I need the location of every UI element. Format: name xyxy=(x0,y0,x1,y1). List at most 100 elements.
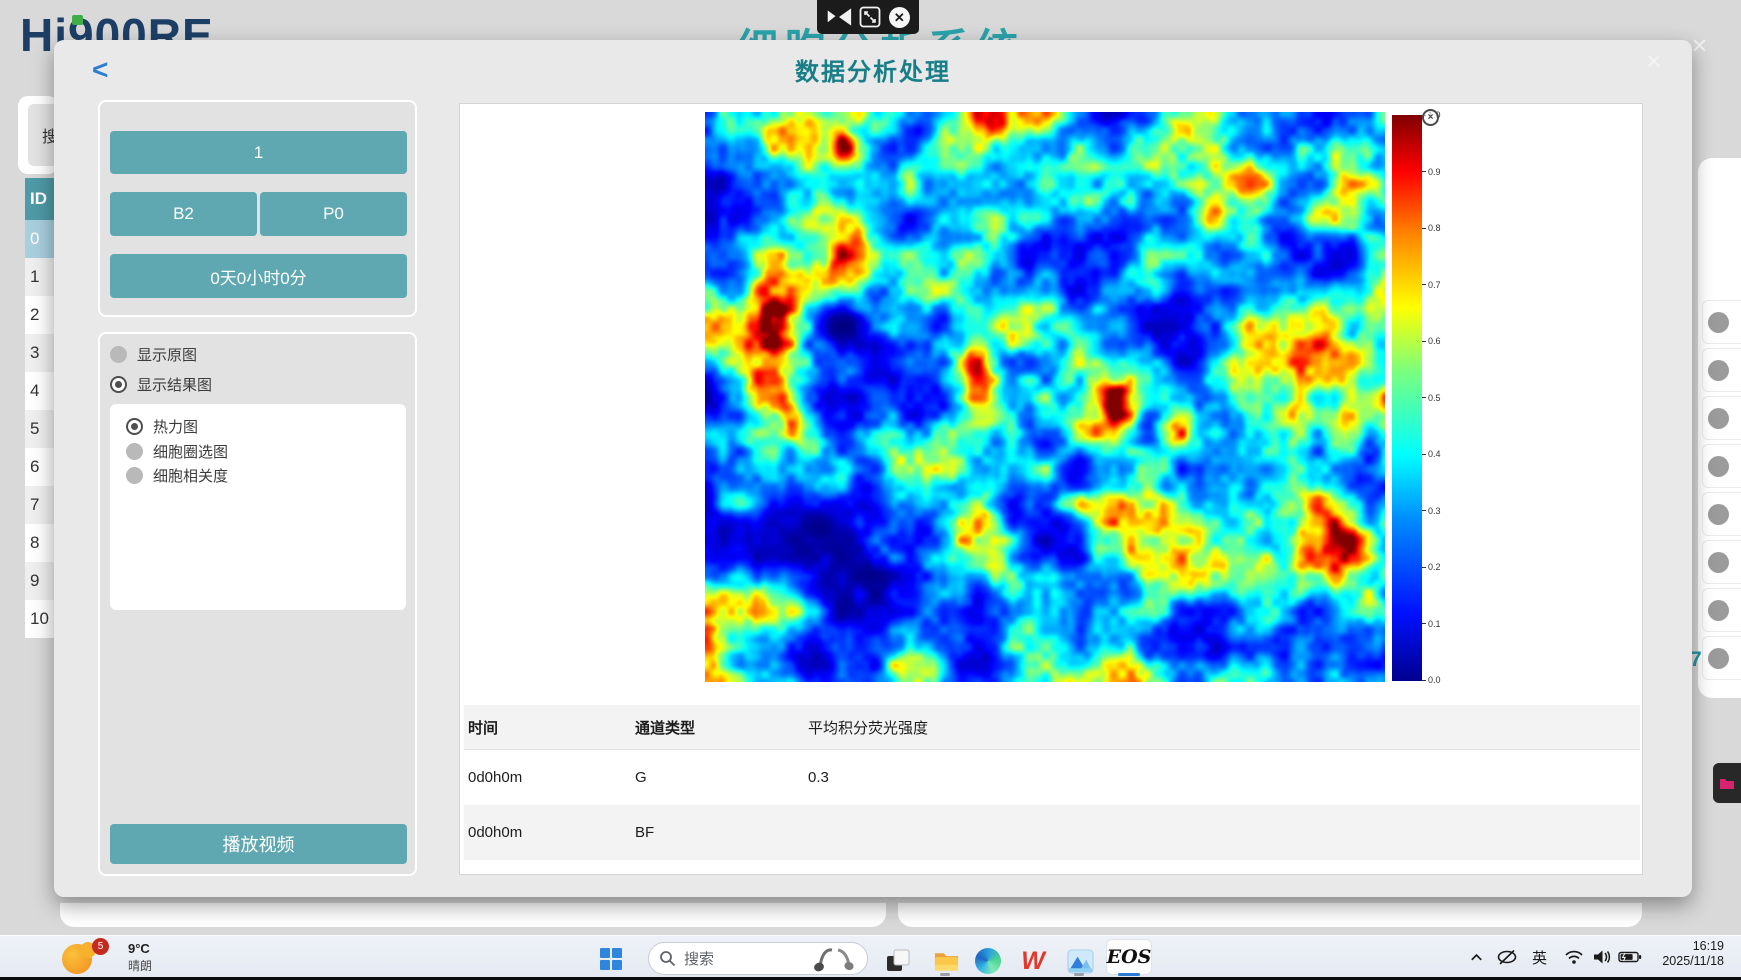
cast-icon[interactable] xyxy=(826,4,852,30)
pink-folder-icon xyxy=(1719,777,1735,790)
radio-show-result[interactable]: 显示结果图 xyxy=(110,374,212,395)
background-circle-button xyxy=(1708,504,1729,525)
viewer-close-icon[interactable]: × xyxy=(1422,109,1439,126)
battery-icon[interactable] xyxy=(1618,936,1642,978)
radio-icon[interactable] xyxy=(110,376,127,393)
row-button[interactable]: B2 xyxy=(110,192,257,236)
colorbar xyxy=(1392,115,1422,681)
active-app-indicator xyxy=(1118,973,1140,976)
radio-label: 显示结果图 xyxy=(137,374,212,395)
file-explorer-icon[interactable] xyxy=(932,947,960,975)
logo-green-dot-icon xyxy=(72,15,83,25)
background-window-close-icon[interactable]: × xyxy=(1692,30,1707,61)
dialog-close-icon[interactable]: × xyxy=(1646,46,1662,77)
radio-label: 细胞圈选图 xyxy=(153,441,228,462)
dialog-title: 数据分析处理 xyxy=(54,52,1692,87)
colorbar-tick: 0.7 xyxy=(1422,280,1441,290)
background-list-cell xyxy=(1702,492,1741,536)
background-circle-button xyxy=(1708,600,1729,621)
wifi-icon[interactable] xyxy=(1564,936,1584,978)
fullscreen-icon[interactable] xyxy=(858,5,882,29)
radio-label: 显示原图 xyxy=(137,344,197,365)
radio-label: 细胞相关度 xyxy=(153,465,228,486)
background-list-cell xyxy=(1702,588,1741,632)
background-list-cell xyxy=(1702,540,1741,584)
eye-off-icon[interactable] xyxy=(1496,936,1518,978)
radio-show-original[interactable]: 显示原图 xyxy=(110,344,197,365)
search-box[interactable]: 搜索 xyxy=(648,942,868,975)
data-analysis-dialog: < 数据分析处理 × 1 B2 P0 0天0小时0分 显示原图 显示结果图 热力… xyxy=(54,40,1692,897)
result-table: 时间 通道类型 平均积分荧光强度 0d0h0m G 0.3 0d0h0m BF xyxy=(464,705,1640,860)
background-panel-bottom-right xyxy=(898,903,1642,927)
eos-app-icon[interactable]: EOS xyxy=(1106,939,1152,975)
colorbar-ticks: 1.00.90.80.70.60.50.40.30.20.10.0 xyxy=(1422,115,1462,681)
weather-condition: 晴朗 xyxy=(128,957,152,974)
play-video-button[interactable]: 播放视频 xyxy=(110,824,407,864)
tray-time: 16:19 xyxy=(1650,939,1724,954)
header-intensity: 平均积分荧光强度 xyxy=(804,717,1640,738)
search-icon xyxy=(659,950,676,967)
colorbar-tick: 0.9 xyxy=(1422,167,1441,177)
background-circle-button xyxy=(1708,360,1729,381)
colorbar-tick: 0.3 xyxy=(1422,506,1441,516)
viewer-panel: 1.00.90.80.70.60.50.40.30.20.10.0 × 时间 通… xyxy=(459,103,1643,875)
taskbar: 5 9°C 晴朗 搜索 xyxy=(0,935,1741,980)
position-button[interactable]: P0 xyxy=(260,192,407,236)
photos-app-icon[interactable] xyxy=(1066,947,1094,975)
background-circle-button xyxy=(1708,312,1729,333)
background-circle-button xyxy=(1708,552,1729,573)
colorbar-tick: 0.5 xyxy=(1422,393,1441,403)
radio-heatmap[interactable]: 热力图 xyxy=(126,416,198,437)
cell-time: 0d0h0m xyxy=(464,824,631,841)
background-list-cell xyxy=(1702,636,1741,680)
tray-date: 2025/11/18 xyxy=(1650,954,1724,969)
radio-label: 热力图 xyxy=(153,416,198,437)
radio-icon[interactable] xyxy=(126,418,143,435)
selection-card: 1 B2 P0 0天0小时0分 xyxy=(98,100,417,317)
colorbar-tick: 0.0 xyxy=(1422,675,1441,685)
background-circle-button xyxy=(1708,648,1729,669)
heatmap-image xyxy=(705,112,1385,682)
colorbar-tick: 0.4 xyxy=(1422,449,1441,459)
background-list-cell xyxy=(1702,300,1741,344)
start-button[interactable] xyxy=(600,948,622,970)
display-options-card: 显示原图 显示结果图 热力图 细胞圈选图 细胞相关度 xyxy=(98,332,417,876)
edge-browser-icon[interactable] xyxy=(974,947,1002,975)
background-circle-button xyxy=(1708,456,1729,477)
radio-cell-correlation[interactable]: 细胞相关度 xyxy=(126,465,228,486)
background-list-cell xyxy=(1702,444,1741,488)
radio-icon[interactable] xyxy=(110,346,127,363)
header-channel: 通道类型 xyxy=(631,717,804,738)
table-row: 0d0h0m G 0.3 xyxy=(464,750,1640,805)
cell-time: 0d0h0m xyxy=(464,769,631,786)
running-indicator xyxy=(940,973,950,976)
tray-chevron-icon[interactable] xyxy=(1468,936,1485,978)
cell-channel: BF xyxy=(631,824,804,841)
well-button[interactable]: 1 xyxy=(110,131,407,174)
overlay-capture-toolbar: ✕ xyxy=(817,0,919,34)
radio-icon[interactable] xyxy=(126,443,143,460)
wps-office-icon[interactable]: W xyxy=(1019,947,1047,975)
ime-indicator[interactable]: 英 xyxy=(1532,936,1547,978)
headphones-image xyxy=(811,945,857,973)
table-row: 0d0h0m BF xyxy=(464,805,1640,860)
header-time: 时间 xyxy=(464,717,631,738)
task-view-icon[interactable] xyxy=(884,947,912,975)
volume-icon[interactable] xyxy=(1592,936,1611,978)
background-circle-button xyxy=(1708,408,1729,429)
radio-cell-outline[interactable]: 细胞圈选图 xyxy=(126,441,228,462)
colorbar-tick: 0.1 xyxy=(1422,619,1441,629)
close-icon[interactable]: ✕ xyxy=(889,7,910,28)
cell-intensity: 0.3 xyxy=(804,769,1640,786)
floating-folder-widget[interactable] xyxy=(1713,763,1741,803)
weather-temperature[interactable]: 9°C xyxy=(128,941,150,956)
time-button[interactable]: 0天0小时0分 xyxy=(110,254,407,298)
cell-channel: G xyxy=(631,769,804,786)
result-table-header: 时间 通道类型 平均积分荧光强度 xyxy=(464,705,1640,750)
background-list-cell xyxy=(1702,396,1741,440)
clock[interactable]: 16:19 2025/11/18 xyxy=(1650,939,1724,969)
weather-badge: 5 xyxy=(92,938,109,955)
result-type-box: 热力图 细胞圈选图 细胞相关度 xyxy=(110,404,406,610)
colorbar-tick: 0.2 xyxy=(1422,562,1441,572)
radio-icon[interactable] xyxy=(126,467,143,484)
